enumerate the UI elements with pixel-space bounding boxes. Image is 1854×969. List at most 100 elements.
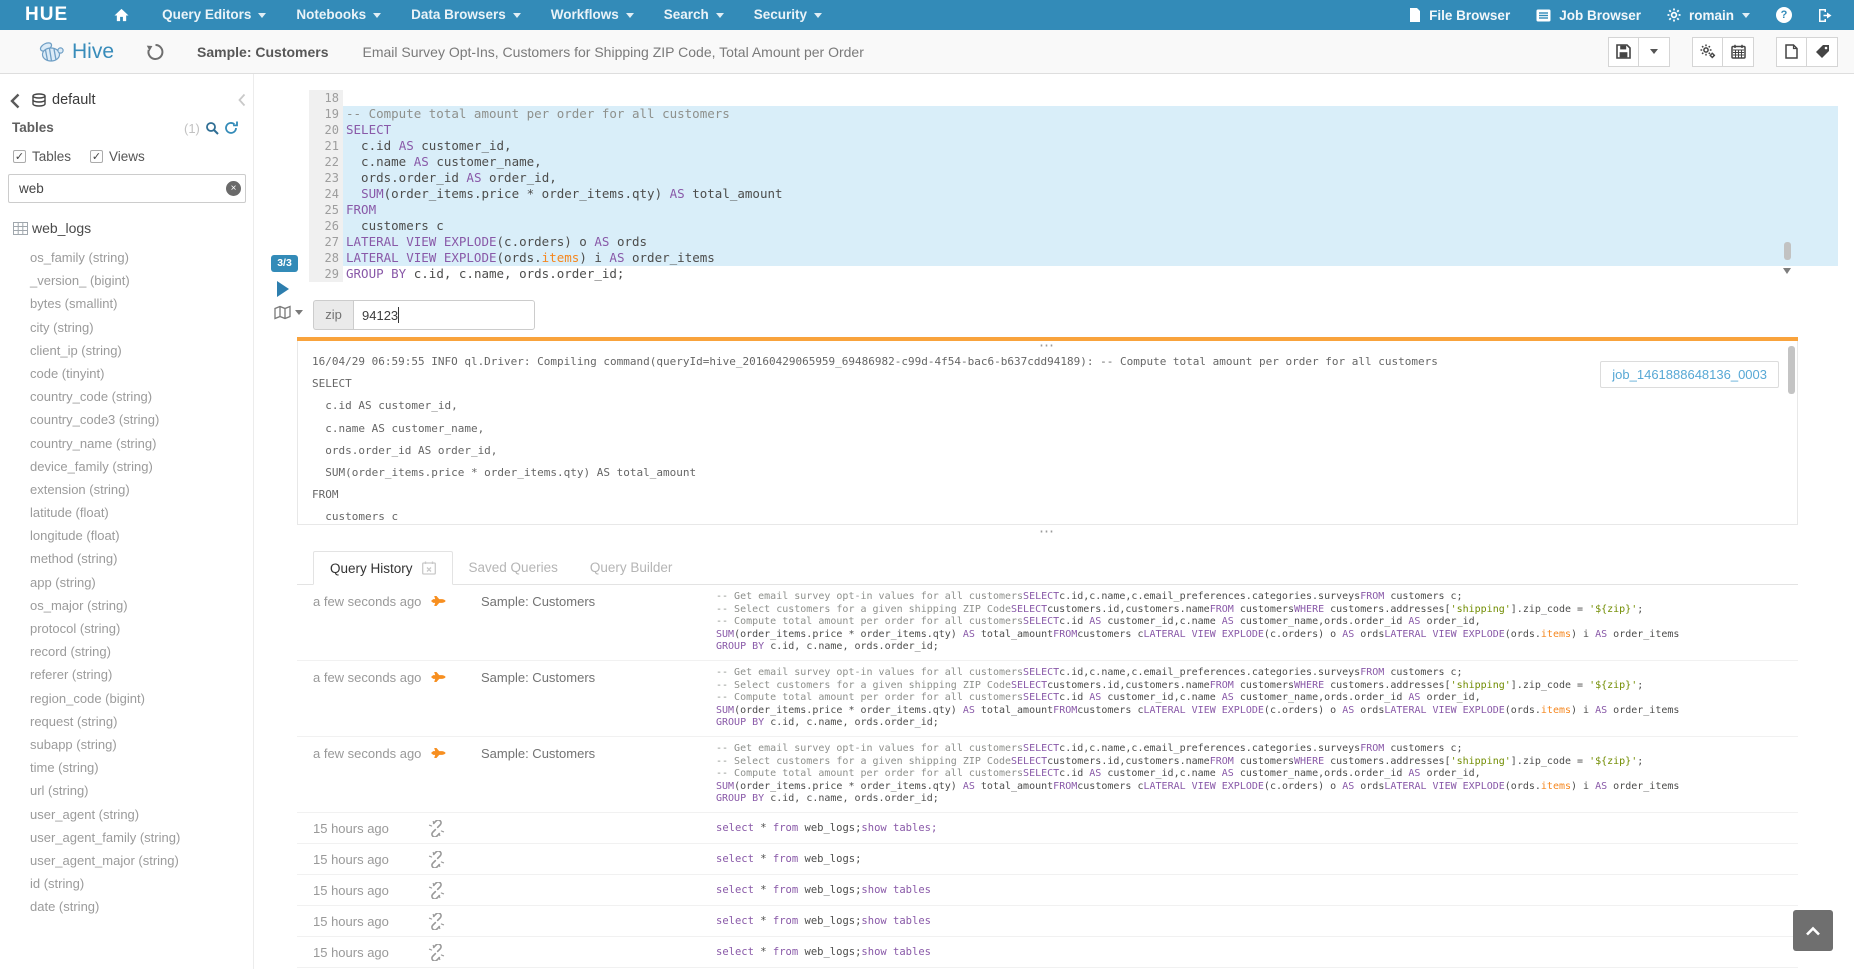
variable-value-input[interactable]: [353, 300, 535, 330]
new-query-button[interactable]: [1776, 37, 1807, 67]
editor-line[interactable]: 24 SUM(order_items.price * order_items.q…: [309, 186, 1838, 202]
refresh-icon[interactable]: [224, 121, 238, 135]
tables-checkbox[interactable]: ✓: [13, 150, 26, 163]
column-item[interactable]: id (string): [0, 872, 253, 895]
history-row[interactable]: a few seconds agoSample: Customers-- Get…: [297, 585, 1798, 661]
tab-saved-queries[interactable]: Saved Queries: [453, 550, 574, 584]
resize-handle[interactable]: ⋯: [298, 341, 1797, 350]
database-name[interactable]: default: [52, 92, 96, 108]
save-dropdown-button[interactable]: [1639, 37, 1670, 67]
column-item[interactable]: city (string): [0, 316, 253, 339]
views-checkbox[interactable]: ✓: [90, 150, 103, 163]
column-item[interactable]: request (string): [0, 710, 253, 733]
column-item[interactable]: time (string): [0, 756, 253, 779]
column-item[interactable]: subapp (string): [0, 733, 253, 756]
column-item[interactable]: user_agent (string): [0, 803, 253, 826]
nav-menu-security[interactable]: Security: [739, 0, 837, 30]
nav-menu-workflows[interactable]: Workflows: [536, 0, 649, 30]
column-item[interactable]: os_family (string): [0, 246, 253, 269]
home-icon[interactable]: [108, 8, 135, 22]
column-item[interactable]: user_agent_family (string): [0, 826, 253, 849]
column-item[interactable]: url (string): [0, 779, 253, 802]
editor-line[interactable]: 23 ords.order_id AS order_id,: [309, 170, 1838, 186]
query-title[interactable]: Sample: Customers: [197, 44, 328, 60]
editor-line[interactable]: 25FROM: [309, 202, 1838, 218]
job-link-button[interactable]: job_1461888648136_0003: [1600, 361, 1779, 388]
query-history-icon[interactable]: [146, 43, 165, 61]
editor-line[interactable]: 27LATERAL VIEW EXPLODE(c.orders) o AS or…: [309, 234, 1838, 250]
query-description[interactable]: Email Survey Opt-Ins, Customers for Ship…: [363, 44, 864, 60]
tab-query-builder[interactable]: Query Builder: [574, 550, 689, 584]
history-row[interactable]: 15 hours agoselect * from web_logs;show …: [297, 813, 1798, 844]
settings-button[interactable]: [1692, 37, 1723, 67]
column-item[interactable]: referer (string): [0, 663, 253, 686]
variables-toggle[interactable]: [274, 305, 303, 320]
editor-line[interactable]: 19-- Compute total amount per order for …: [309, 106, 1838, 122]
sign-out-icon[interactable]: [1818, 8, 1834, 23]
user-menu[interactable]: romain: [1667, 8, 1750, 23]
editor-line[interactable]: 29GROUP BY c.id, c.name, ords.order_id;: [309, 266, 1838, 282]
tags-button[interactable]: [1807, 37, 1838, 67]
editor-scrollbar[interactable]: [1783, 90, 1792, 282]
history-row[interactable]: 15 hours agoselect * from web_logs;: [297, 844, 1798, 875]
history-row[interactable]: a few seconds agoSample: Customers-- Get…: [297, 661, 1798, 737]
scrollbar-thumb[interactable]: [1788, 346, 1795, 394]
nav-menu-data-browsers[interactable]: Data Browsers: [396, 0, 536, 30]
editor-line[interactable]: 22 c.name AS customer_name,: [309, 154, 1838, 170]
column-item[interactable]: method (string): [0, 547, 253, 570]
column-item[interactable]: client_ip (string): [0, 339, 253, 362]
nav-menu-notebooks[interactable]: Notebooks: [281, 0, 396, 30]
nav-menu-search[interactable]: Search: [649, 0, 739, 30]
clear-search-icon[interactable]: ×: [226, 181, 241, 196]
table-search-input[interactable]: [8, 174, 246, 203]
history-row[interactable]: a few seconds agoSample: Customers-- Get…: [297, 737, 1798, 813]
schedule-button[interactable]: [1723, 37, 1754, 67]
execute-button[interactable]: [277, 281, 289, 297]
column-item[interactable]: protocol (string): [0, 617, 253, 640]
column-item[interactable]: bytes (smallint): [0, 292, 253, 315]
column-item[interactable]: extension (string): [0, 478, 253, 501]
column-item[interactable]: record (string): [0, 640, 253, 663]
calendar-x-icon[interactable]: [422, 561, 436, 575]
column-item[interactable]: app (string): [0, 571, 253, 594]
column-item[interactable]: country_code (string): [0, 385, 253, 408]
scrollbar-thumb[interactable]: [1784, 242, 1791, 260]
column-item[interactable]: code (tinyint): [0, 362, 253, 385]
scroll-to-top-button[interactable]: [1793, 910, 1833, 951]
history-timestamp: a few seconds ago: [313, 594, 421, 609]
editor-line[interactable]: 18: [309, 90, 1838, 106]
column-item[interactable]: longitude (float): [0, 524, 253, 547]
editor-line[interactable]: 26 customers c: [309, 218, 1838, 234]
save-button[interactable]: [1608, 37, 1639, 67]
hue-logo[interactable]: HUE: [25, 4, 68, 26]
tab-query-history[interactable]: Query History: [313, 551, 453, 585]
search-icon[interactable]: [205, 121, 219, 135]
column-item[interactable]: date (string): [0, 895, 253, 918]
help-icon[interactable]: ?: [1776, 7, 1792, 23]
editor-line[interactable]: 20SELECT: [309, 122, 1838, 138]
column-item[interactable]: region_code (bigint): [0, 687, 253, 710]
column-item[interactable]: user_agent_major (string): [0, 849, 253, 872]
column-item[interactable]: latitude (float): [0, 501, 253, 524]
nav-menu-query-editors[interactable]: Query Editors: [147, 0, 281, 30]
table-item-web-logs[interactable]: web_logs: [13, 220, 91, 236]
scroll-down-icon[interactable]: [1783, 268, 1791, 274]
log-scrollbar[interactable]: [1787, 344, 1796, 521]
back-chevron-icon[interactable]: [10, 93, 20, 109]
column-item[interactable]: os_major (string): [0, 594, 253, 617]
column-item[interactable]: _version_ (bigint): [0, 269, 253, 292]
history-row[interactable]: 15 hours agoselect * from web_logs;show …: [297, 875, 1798, 906]
tables-header: Tables: [12, 120, 54, 135]
collapse-panel-icon[interactable]: [238, 93, 246, 107]
editor-line[interactable]: 28LATERAL VIEW EXPLODE(ords.items) i AS …: [309, 250, 1838, 266]
file-browser-button[interactable]: File Browser: [1409, 8, 1510, 23]
editor-line[interactable]: 21 c.id AS customer_id,: [309, 138, 1838, 154]
column-item[interactable]: country_code3 (string): [0, 408, 253, 431]
history-row[interactable]: 15 hours agoselect * from web_logs;show …: [297, 906, 1798, 937]
job-browser-button[interactable]: Job Browser: [1536, 8, 1641, 23]
column-item[interactable]: country_name (string): [0, 432, 253, 455]
history-row[interactable]: 15 hours agoselect * from web_logs;show …: [297, 937, 1798, 968]
column-item[interactable]: device_family (string): [0, 455, 253, 478]
resize-handle[interactable]: ⋯: [297, 527, 1798, 536]
sql-editor[interactable]: 1819-- Compute total amount per order fo…: [309, 90, 1838, 282]
